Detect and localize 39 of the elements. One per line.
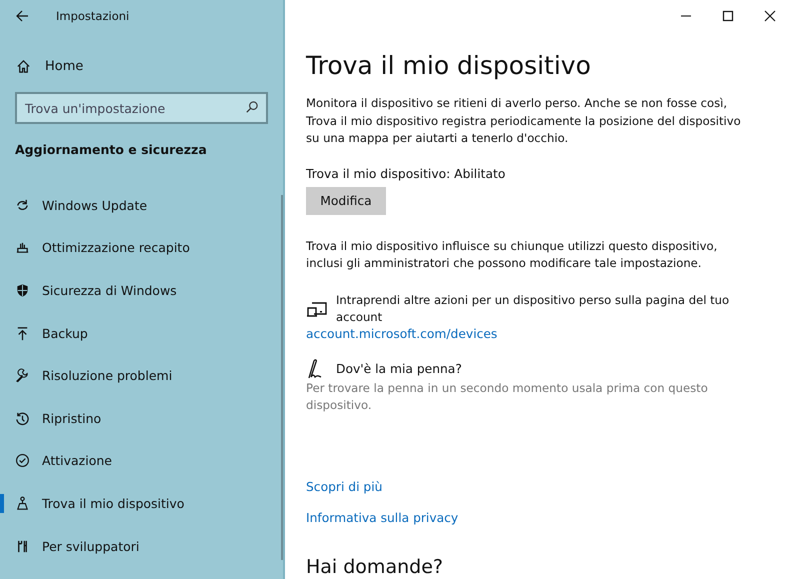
note-text: Trova il mio dispositivo influisce su chiunque utilizzi questo dispositivo, inclusi gli amministratori che possono modificare tale impostazione. xyxy=(306,238,718,272)
history-icon xyxy=(15,410,30,426)
tools-icon xyxy=(15,538,30,554)
status-text: Trova il mio dispositivo: Abilitato xyxy=(306,166,506,180)
close-icon xyxy=(764,10,776,22)
page-title: Trova il mio dispositivo xyxy=(306,50,592,82)
search-field[interactable]: Trova un'impostazione xyxy=(15,92,268,124)
pen-text: Per trovare la penna in un secondo momento usala prima con questo dispositivo. xyxy=(306,380,709,414)
section-heading: Hai domande? xyxy=(306,554,444,578)
maximize-icon xyxy=(722,10,734,22)
back-icon[interactable] xyxy=(15,9,29,23)
sync-icon xyxy=(15,198,30,213)
wrench-icon xyxy=(15,368,30,384)
sidebar-item[interactable]: Trova il mio dispositivo xyxy=(0,482,283,525)
sidebar-item[interactable]: Windows Update xyxy=(0,184,283,227)
sidebar-item[interactable]: Risoluzione problemi xyxy=(0,354,283,397)
sidebar-item[interactable]: Ripristino xyxy=(0,396,283,440)
description-text: Monitora il dispositivo se ritieni di averlo perso. Anche se non fosse così, Trova il mio dispositivo registra periodicamente la posizione del dispositivo su una mappa per aiutarti a tenerlo d'occhio. xyxy=(306,95,742,147)
account-text: Intraprendi altre azioni per un dispositivo perso sulla pagina del tuo account xyxy=(336,292,730,326)
home-icon xyxy=(16,58,31,74)
sidebar-item[interactable]: Sicurezza di Windows xyxy=(0,269,283,312)
sidebar-item[interactable]: Per sviluppatori xyxy=(0,524,283,568)
help-link[interactable]: Informativa sulla privacy xyxy=(306,510,458,524)
sidebar-item[interactable]: Backup xyxy=(0,312,283,354)
home-link[interactable]: Home xyxy=(16,52,283,80)
shield-icon xyxy=(15,282,30,298)
window-title: Impostazioni xyxy=(56,9,130,23)
pen-title: Dov'è la mia penna? xyxy=(336,362,462,376)
scrollbar[interactable] xyxy=(281,195,283,560)
sidebar-item[interactable]: Ottimizzazione recapito xyxy=(0,226,283,270)
backup-icon xyxy=(15,326,30,341)
sidebar-item[interactable]: Attivazione xyxy=(0,440,283,482)
modify-button[interactable]: Modifica xyxy=(306,186,386,214)
help-link[interactable]: Scopri di più xyxy=(306,480,382,494)
check-icon xyxy=(15,453,30,468)
section-heading: Aggiornamento e sicurezza xyxy=(15,142,208,157)
search-icon xyxy=(244,100,259,115)
account-link[interactable]: account.microsoft.com/devices xyxy=(306,326,498,340)
person-icon xyxy=(15,496,30,511)
